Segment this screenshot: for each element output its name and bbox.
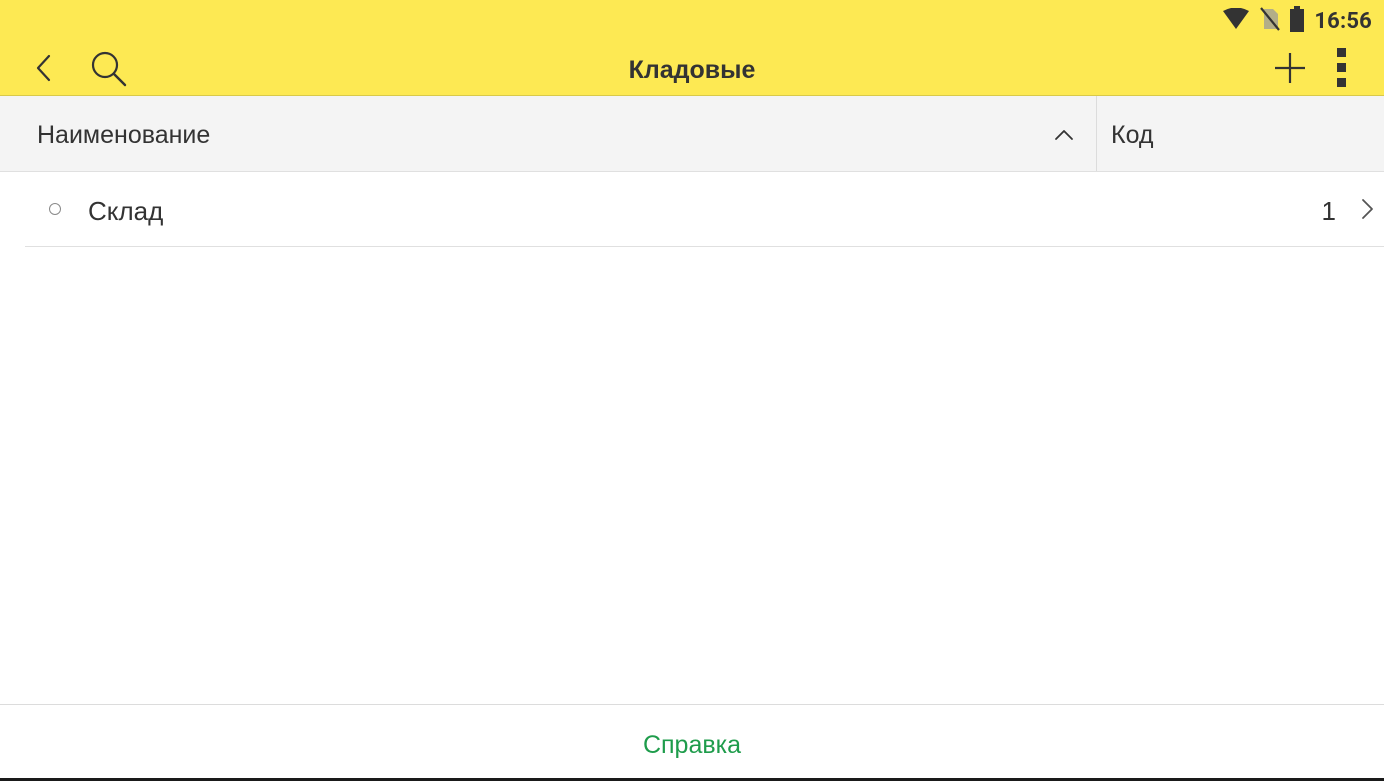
back-icon	[34, 53, 54, 88]
status-time: 16:56	[1314, 8, 1372, 34]
back-button[interactable]	[22, 48, 66, 92]
page-title: Кладовые	[628, 56, 756, 84]
wifi-icon	[1222, 7, 1250, 35]
search-icon	[88, 48, 128, 93]
no-sim-icon	[1260, 6, 1281, 36]
column-header-name-label: Наименование	[37, 121, 211, 149]
app-bar: Кладовые	[0, 40, 1384, 96]
sort-ascending-icon	[1050, 120, 1078, 148]
search-button[interactable]	[86, 48, 130, 92]
add-button[interactable]	[1268, 48, 1312, 92]
row-code: 1	[1321, 196, 1336, 226]
help-button[interactable]: Справка	[0, 705, 1384, 779]
battery-icon	[1290, 5, 1305, 37]
status-bar: 16:56	[0, 0, 1384, 40]
screen: 16:56 Кладовые Наименование Код Склад 1 …	[0, 0, 1384, 781]
column-header-code-label: Код	[1111, 121, 1154, 149]
footer: Справка	[0, 704, 1384, 779]
item-circle-icon	[49, 203, 61, 215]
add-icon	[1272, 50, 1308, 91]
chevron-right-icon	[1356, 196, 1378, 222]
table-header: Наименование Код	[0, 96, 1384, 172]
more-vert-icon	[1336, 47, 1348, 93]
more-menu-button[interactable]	[1322, 47, 1362, 93]
column-header-code[interactable]: Код	[1098, 96, 1384, 171]
column-header-name[interactable]: Наименование	[0, 96, 1097, 171]
row-name: Склад	[88, 196, 164, 226]
table-row[interactable]: Склад 1	[25, 172, 1384, 247]
status-icons: 16:56	[1222, 5, 1372, 37]
